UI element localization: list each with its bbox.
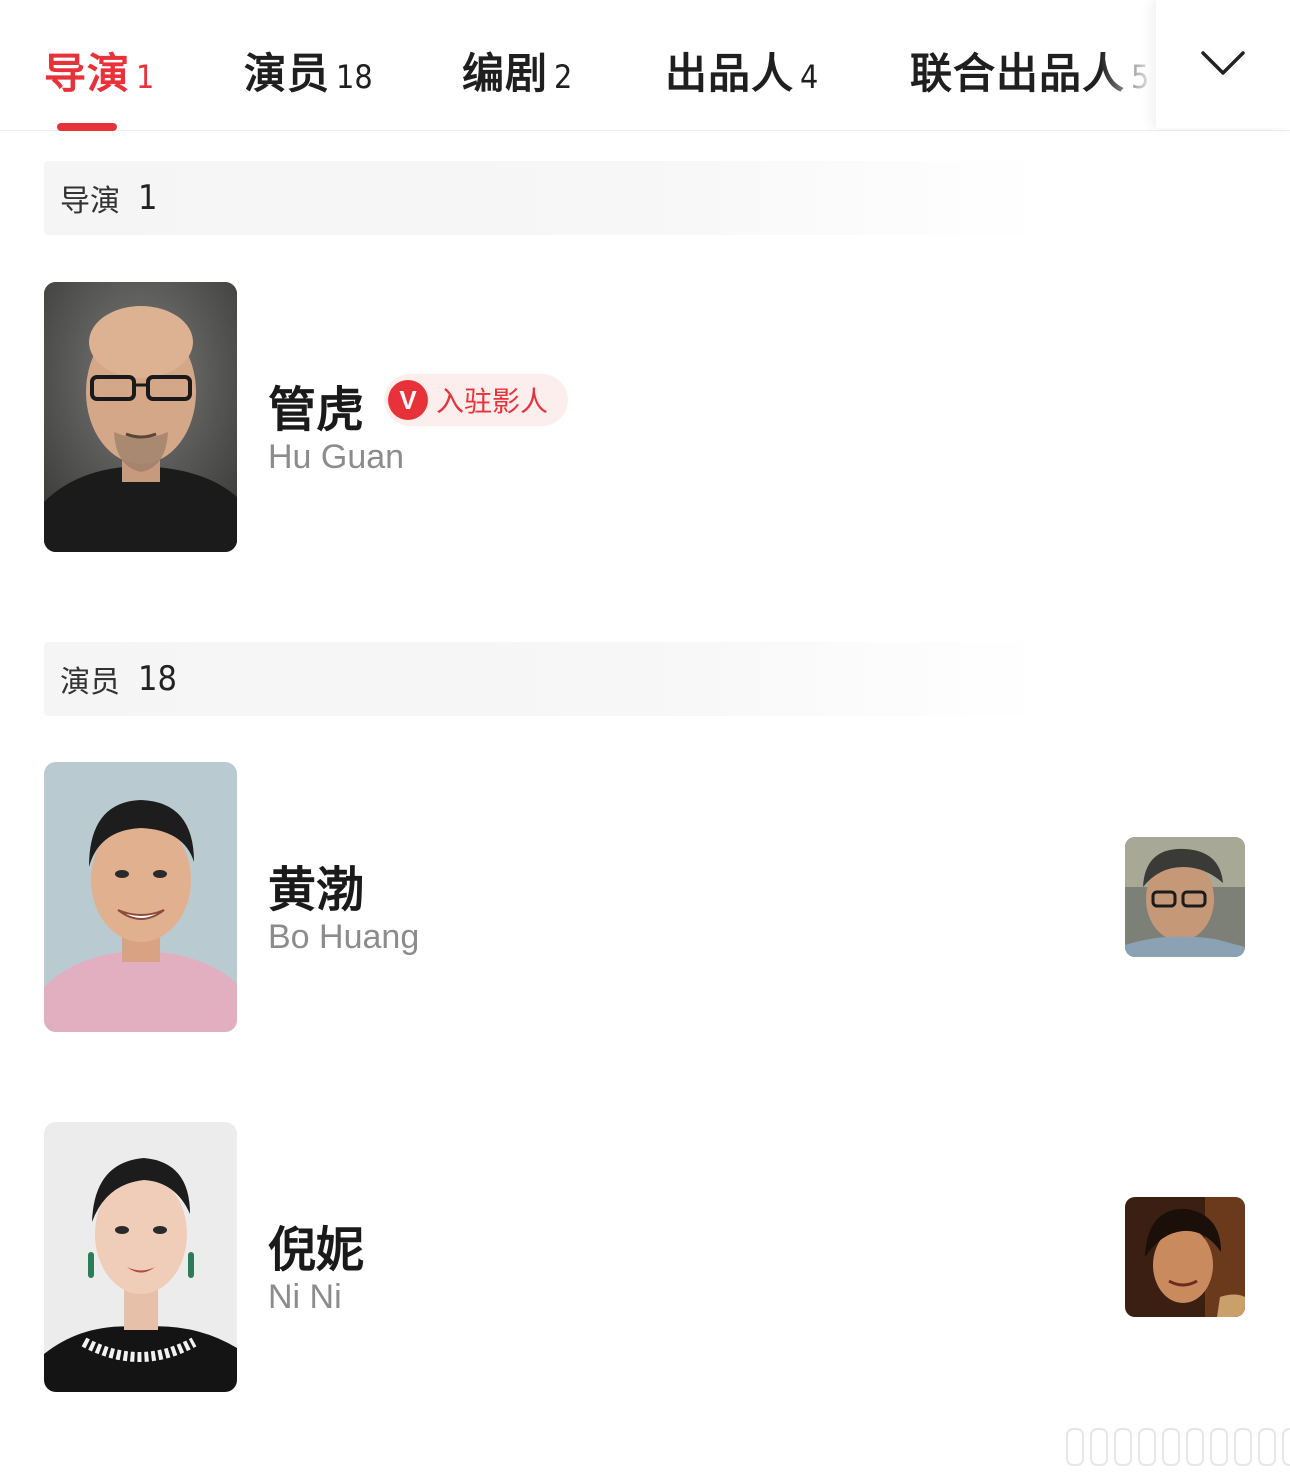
person-row[interactable]: 倪妮 Ni Ni [44,1122,1254,1392]
avatar[interactable] [44,282,237,552]
tab-count: 2 [554,58,573,96]
tab-overflow-fade [1100,0,1156,128]
tab-director[interactable]: 导演 1 [44,40,154,100]
person-name: 倪妮 [268,1222,365,1278]
person-name-en: Bo Huang [268,918,420,956]
tab-label: 编剧 [462,49,549,98]
tab-producers[interactable]: 出品人 4 [665,40,818,100]
tab-bar: 导演 1 演员 18 编剧 2 出品人 4 联合出品人 5 [0,0,1290,131]
tab-label: 出品人 [665,49,795,98]
tab-screenwriters[interactable]: 编剧 2 [462,40,572,100]
avatar[interactable] [44,762,237,1032]
section-header-actors: 演员 18 [44,642,1044,716]
watermark [1066,1428,1290,1466]
verified-v-icon: V [388,380,428,420]
person-row[interactable]: 黄渤 Bo Huang [44,762,1254,1032]
section-label: 演员 [60,665,120,700]
person-name-en: Hu Guan [268,438,405,476]
tab-label: 导演 [44,49,131,98]
tab-count: 1 [136,58,155,96]
section-count: 1 [138,178,158,218]
role-still-thumbnail[interactable] [1125,1197,1245,1317]
tab-actors[interactable]: 演员 18 [244,40,373,100]
badge-label: 入驻影人 [436,385,549,418]
verified-badge[interactable]: V 入驻影人 [384,374,569,426]
tab-label: 演员 [244,49,331,98]
tab-count: 4 [800,58,819,96]
tab-count: 18 [336,58,373,96]
person-name: 黄渤 [268,862,365,918]
expand-tabs-button[interactable] [1156,0,1290,128]
tab-label: 联合出品人 [910,49,1126,98]
avatar[interactable] [44,1122,237,1392]
role-still-thumbnail[interactable] [1125,837,1245,957]
person-name: 管虎 [268,382,365,438]
person-name-en: Ni Ni [268,1278,342,1316]
section-label: 导演 [60,184,120,219]
person-row[interactable]: 管虎 V 入驻影人 Hu Guan [44,282,1254,552]
section-count: 18 [138,659,177,699]
active-tab-indicator [57,123,117,131]
section-header-director: 导演 1 [44,161,1044,235]
chevron-down-icon [1201,51,1245,75]
